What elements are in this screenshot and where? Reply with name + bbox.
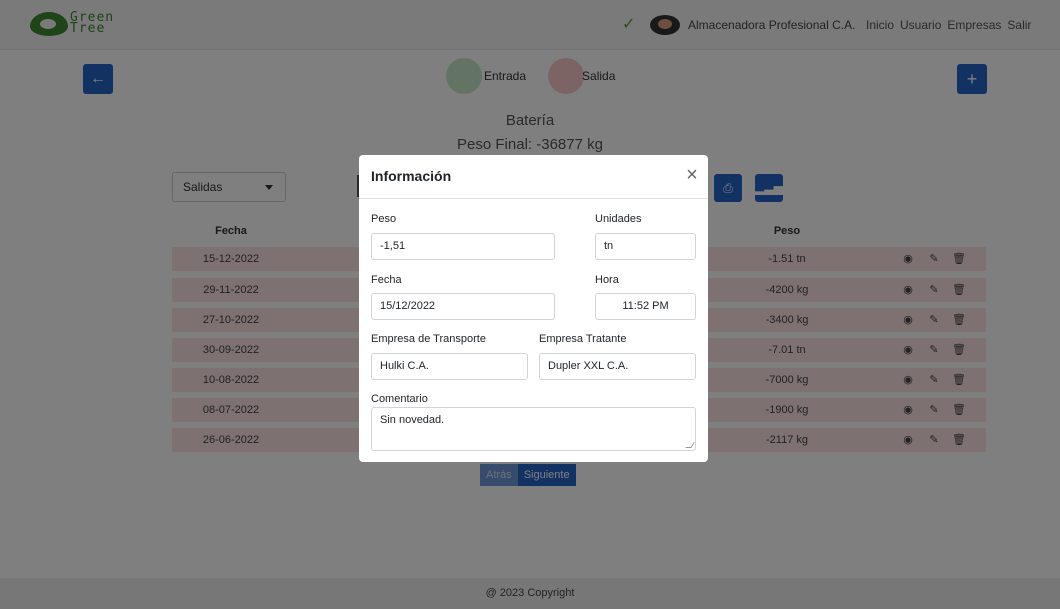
unidades-label: Unidades [595,213,642,225]
transporte-label: Empresa de Transporte [371,333,486,345]
hora-label: Hora [595,274,619,286]
modal-header: Información × [359,155,708,199]
info-modal: Información × Peso -1,51 Unidades tn Fec… [359,155,708,462]
comentario-label: Comentario [371,393,428,405]
transporte-field[interactable]: Hulki C.A. [371,353,528,380]
peso-label: Peso [371,213,397,225]
fecha-label: Fecha [371,274,402,286]
comentario-text: Sin novedad. [380,414,445,426]
modal-title: Información [371,168,452,184]
peso-field[interactable]: -1,51 [371,233,555,260]
tratante-field[interactable]: Dupler XXL C.A. [539,353,696,380]
fecha-field[interactable]: 15/12/2022 [371,293,555,320]
comentario-textarea[interactable]: Sin novedad. [371,407,696,451]
resize-handle-icon[interactable] [685,442,695,448]
hora-field[interactable]: 11:52 PM [595,293,696,320]
unidades-field[interactable]: tn [595,233,696,260]
tratante-label: Empresa Tratante [539,333,627,345]
close-icon[interactable]: × [683,165,701,185]
